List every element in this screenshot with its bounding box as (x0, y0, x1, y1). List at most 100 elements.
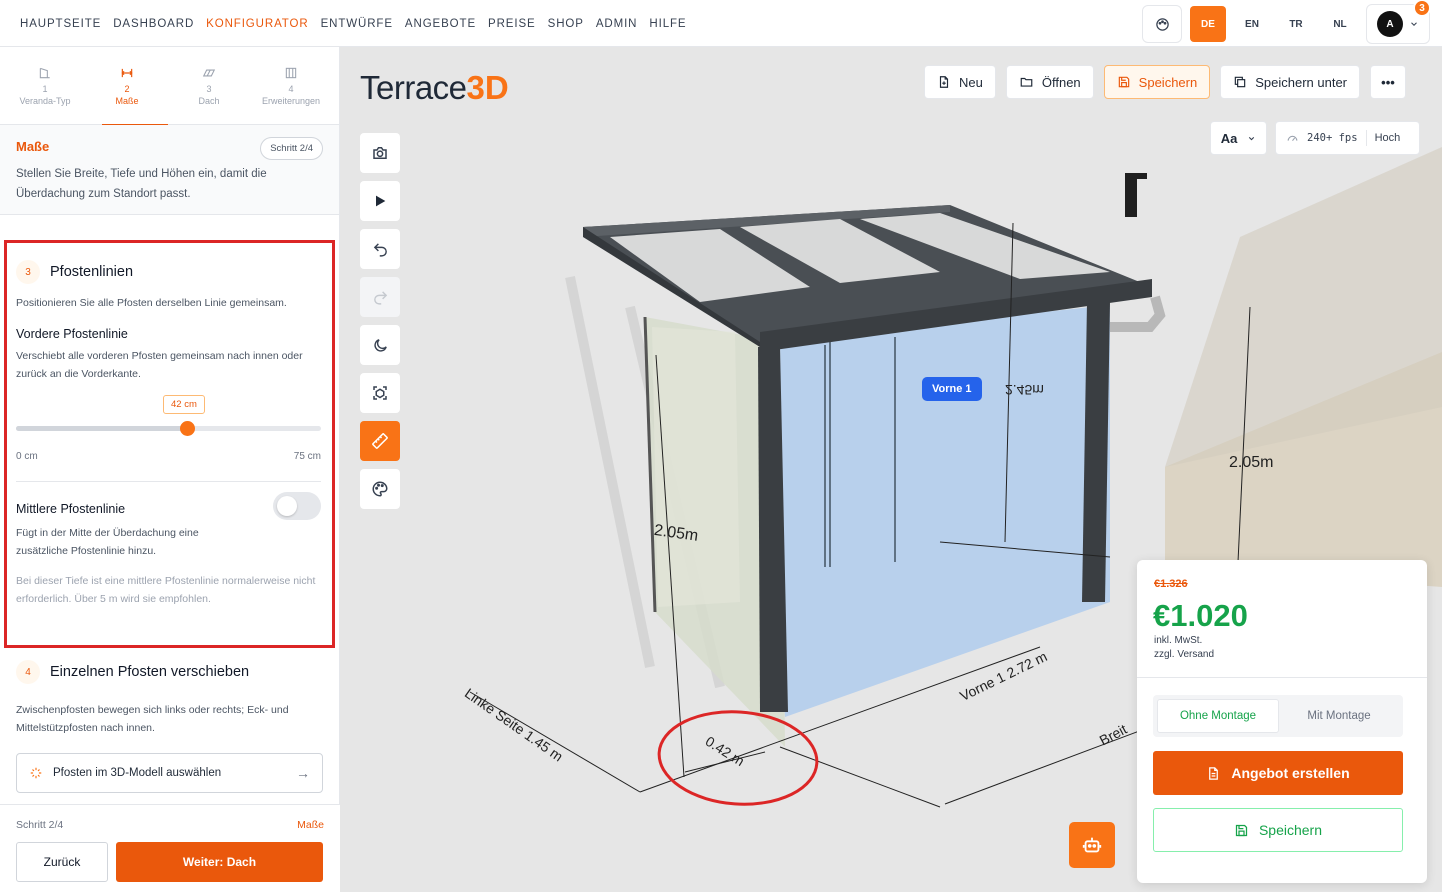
step-badge: Schritt 2/4 (260, 137, 323, 160)
palette-icon (372, 481, 388, 497)
save-config-button[interactable]: Speichern (1153, 808, 1403, 852)
lang-en[interactable]: EN (1234, 6, 1270, 42)
current-price: €1.020 (1153, 598, 1248, 633)
save-icon (1235, 824, 1248, 836)
section-number: 4 (16, 660, 40, 684)
notification-badge: 3 (1413, 0, 1431, 17)
step-tab-roof[interactable]: 3 Dach (168, 47, 250, 125)
dim-height-right: 2.05m (1229, 454, 1273, 471)
main-menu: HAUPTSEITE DASHBOARD KONFIGURATOR ENTWÜR… (20, 0, 686, 47)
step-label: Dach (198, 96, 220, 106)
nav-admin[interactable]: ADMIN (596, 18, 638, 30)
slider-min-label: 0 cm (16, 451, 38, 462)
vat-note: inkl. MwSt. (1154, 635, 1203, 646)
night-mode-button[interactable] (360, 325, 400, 365)
play-icon (376, 195, 386, 207)
theme-button[interactable] (1142, 5, 1182, 43)
section-number: 3 (16, 260, 40, 284)
new-button[interactable]: Neu (924, 65, 996, 99)
viewport-tools (360, 133, 400, 517)
next-button[interactable]: Weiter: Dach (116, 842, 323, 882)
slider-thumb[interactable] (179, 421, 195, 436)
gauge-icon (1287, 135, 1298, 141)
option-without-installation[interactable]: Ohne Montage (1157, 699, 1279, 733)
focus-cube-icon (373, 386, 387, 400)
screenshot-button[interactable] (360, 133, 400, 173)
step-footer: Schritt 2/4 Maße Zurück Weiter: Dach (0, 804, 340, 892)
performance-indicator[interactable]: 240+ fps Hoch (1275, 121, 1420, 155)
step-label: Veranda-Typ (19, 96, 71, 106)
lang-tr[interactable]: TR (1278, 6, 1314, 42)
sparkle-icon (30, 767, 42, 779)
folder-open-icon (1020, 77, 1033, 87)
nav-offers[interactable]: ANGEBOTE (405, 18, 476, 30)
step-tab-dimensions[interactable]: 2 Maße (86, 47, 168, 126)
section-description: Zwischenpfosten bewegen sich links oder … (16, 704, 289, 734)
nav-shop[interactable]: SHOP (548, 18, 584, 30)
undo-button[interactable] (360, 229, 400, 269)
fps-value: 240+ fps (1307, 132, 1358, 144)
roof-icon (202, 69, 216, 77)
new-file-icon (939, 76, 949, 88)
middle-post-line-toggle[interactable] (273, 492, 321, 520)
step-tab-veranda-type[interactable]: 1 Veranda-Typ (4, 47, 86, 125)
front-post-line-slider[interactable]: 42 cm 0 cm 75 cm (16, 391, 321, 462)
select-post-in-3d-button[interactable]: Pfosten im 3D-Modell auswählen → (16, 753, 323, 793)
back-button[interactable]: Zurück (16, 842, 108, 882)
3d-viewport[interactable]: 2.45m 2.05m 2.05m Linke Seite 1.45 m Vor… (340, 47, 1442, 892)
save-button[interactable]: Speichern (1103, 65, 1211, 99)
step-tab-extensions[interactable]: 4 Erweiterungen (250, 47, 332, 125)
chevron-down-icon (1411, 22, 1417, 26)
file-toolbar: Neu Öffnen Speichern Speichern unter ••• (924, 65, 1406, 99)
veranda-type-icon (39, 67, 50, 79)
lang-nl[interactable]: NL (1322, 6, 1358, 42)
divider (1137, 677, 1427, 678)
middle-post-line-description: Fügt in der Mitte der Überdachung eine z… (16, 527, 199, 557)
open-button[interactable]: Öffnen (1005, 65, 1094, 99)
extensions-icon (285, 67, 297, 79)
measure-button[interactable] (360, 421, 400, 461)
step-intro: Maße Schritt 2/4 Stellen Sie Breite, Tie… (0, 125, 339, 215)
redo-icon (373, 290, 387, 305)
chevron-down-icon (1249, 136, 1255, 140)
save-as-button[interactable]: Speichern unter (1220, 65, 1360, 99)
nav-dashboard[interactable]: DASHBOARD (113, 18, 194, 30)
slider-track[interactable] (16, 421, 321, 436)
nav-drafts[interactable]: ENTWÜRFE (321, 18, 393, 30)
redo-button[interactable] (360, 277, 400, 317)
assistant-button[interactable] (1069, 822, 1115, 868)
single-post-section: 4 Einzelnen Pfosten verschieben Zwischen… (16, 659, 323, 793)
option-with-installation[interactable]: Mit Montage (1279, 699, 1399, 733)
nav-home[interactable]: HAUPTSEITE (20, 18, 101, 30)
divider (16, 481, 321, 482)
footer-step-name: Maße (297, 819, 324, 831)
more-menu-button[interactable]: ••• (1370, 65, 1406, 99)
quality-level: Hoch (1374, 132, 1401, 144)
terrace3d-logo: Terrace 3D (360, 69, 509, 106)
profile-menu[interactable]: A 3 (1366, 0, 1431, 44)
nav-prices[interactable]: PREISE (488, 18, 536, 30)
avatar: A (1377, 11, 1403, 37)
toggle-knob (277, 496, 297, 516)
focus-model-button[interactable] (360, 373, 400, 413)
middle-post-line-hint: Bei dieser Tiefe ist eine mittlere Pfost… (16, 575, 316, 605)
nav-help[interactable]: HILFE (649, 18, 686, 30)
save-icon (1118, 76, 1129, 88)
post-lines-section: 3 Pfostenlinien Positionieren Sie alle P… (4, 240, 335, 648)
slider-value-label: 42 cm (163, 395, 205, 414)
price-card: €1.326 €1.020 inkl. MwSt. zzgl. Versand … (1137, 560, 1427, 883)
play-button[interactable] (360, 181, 400, 221)
create-offer-button[interactable]: Angebot erstellen (1153, 751, 1403, 795)
palette-icon (1155, 17, 1169, 31)
step-label: Maße (115, 96, 139, 106)
lang-de[interactable]: DE (1190, 6, 1226, 42)
font-size-button[interactable]: Aa (1210, 121, 1267, 155)
wall-tag-front-1[interactable]: Vorne 1 (922, 377, 982, 401)
step-tabs: 1 Veranda-Typ 2 Maße 3 Dach 4 Erweiterun… (0, 47, 339, 126)
shipping-note: zzgl. Versand (1154, 649, 1215, 660)
materials-button[interactable] (360, 469, 400, 509)
ruler-icon (372, 433, 388, 449)
step-description: Stellen Sie Breite, Tiefe und Höhen ein,… (16, 168, 267, 200)
section-title: Einzelnen Pfosten verschieben (50, 664, 250, 680)
nav-configurator[interactable]: KONFIGURATOR (206, 18, 308, 30)
